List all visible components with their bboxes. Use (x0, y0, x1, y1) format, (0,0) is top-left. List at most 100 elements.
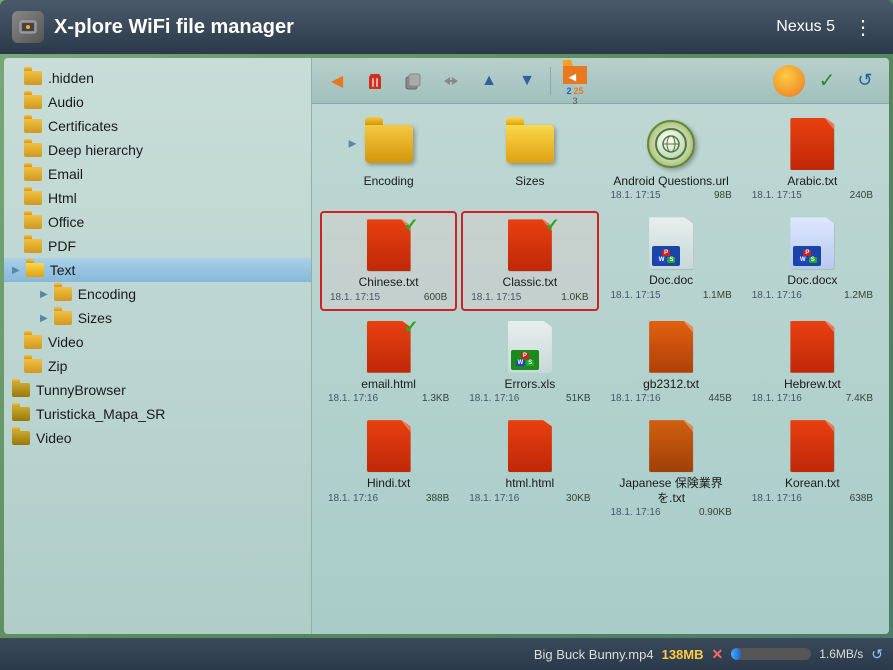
sidebar-item-hidden[interactable]: .hidden (4, 66, 311, 90)
sidebar-item-video[interactable]: Video (4, 330, 311, 354)
title-left: X-plore WiFi file manager (12, 11, 294, 43)
status-refresh-button[interactable]: ↺ (871, 646, 883, 663)
file-size: 1.2MB (844, 290, 873, 301)
file-name: Japanese 保険業界を.txt (607, 476, 736, 505)
file-icon-wrap (786, 118, 838, 170)
move-button[interactable] (434, 64, 468, 98)
sidebar-item-certificates[interactable]: Certificates (4, 114, 311, 138)
file-name: email.html (361, 377, 416, 391)
sidebar-item-label: Video (48, 334, 84, 350)
sidebar-item-email[interactable]: Email (4, 162, 311, 186)
xls-badge: P W S (511, 350, 539, 370)
sidebar-item-encoding[interactable]: ▶ Encoding (4, 282, 311, 306)
folder-icon (24, 167, 42, 181)
file-size: 30KB (566, 493, 590, 504)
file-icon-wrap: ✓ (504, 219, 556, 271)
file-icon-wrap (363, 420, 415, 472)
folder-icon (54, 287, 72, 301)
list-item[interactable]: ▶ Encoding (320, 112, 457, 207)
badge-group[interactable]: ◀ 2 25 3 (559, 58, 591, 106)
file-icon-wrap (645, 118, 697, 170)
list-item[interactable]: Hindi.txt 18.1. 17:16 388B (320, 414, 457, 524)
file-meta: 18.1. 17:16 7.4KB (748, 393, 877, 404)
refresh-button[interactable]: ↺ (849, 65, 881, 97)
list-item[interactable]: html.html 18.1. 17:16 30KB (461, 414, 598, 524)
sidebar-item-turisticka[interactable]: Turisticka_Mapa_SR (4, 402, 311, 426)
file-date: 18.1. 17:15 (611, 290, 661, 301)
back-button[interactable]: ◀ (320, 64, 354, 98)
sidebar-item-label: Office (48, 214, 84, 230)
folder-icon (26, 263, 44, 277)
sidebar-item-label: .hidden (48, 70, 94, 86)
sidebar-item-sizes[interactable]: ▶ Sizes (4, 306, 311, 330)
file-name: Doc.doc (649, 273, 693, 287)
file-size: 638B (850, 493, 873, 504)
file-date: 18.1. 17:15 (471, 292, 521, 303)
file-icon-wrap: P W S (645, 217, 697, 269)
sidebar-item-text[interactable]: ▶ Text (4, 258, 311, 282)
download-button[interactable]: ▼ (510, 64, 544, 98)
file-meta: 18.1. 17:16 1.3KB (324, 393, 453, 404)
chevron-icon: ▶ (12, 265, 20, 276)
badge-num-3: 3 (572, 96, 577, 106)
svg-text:◀: ◀ (568, 72, 577, 82)
list-item[interactable]: Hebrew.txt 18.1. 17:16 7.4KB (744, 315, 881, 410)
app-icon (12, 11, 44, 43)
folder-icon (24, 239, 42, 253)
file-grid: ▶ Encoding Sizes (312, 104, 889, 634)
file-size: 0.90KB (699, 507, 732, 518)
sidebar-item-html[interactable]: Html (4, 186, 311, 210)
sidebar-item-label: Email (48, 166, 83, 182)
list-item[interactable]: Japanese 保険業界を.txt 18.1. 17:16 0.90KB (603, 414, 740, 524)
sidebar-item-deep-hierarchy[interactable]: Deep hierarchy (4, 138, 311, 162)
file-date: 18.1. 17:16 (328, 493, 378, 504)
txt-icon (790, 321, 834, 373)
folder-icon (24, 95, 42, 109)
sidebar-item-office[interactable]: Office (4, 210, 311, 234)
sidebar-item-label: Deep hierarchy (48, 142, 143, 158)
list-item[interactable]: P W S Errors.xls 18.1. 17:16 51KB (461, 315, 598, 410)
file-icon-wrap (645, 321, 697, 373)
file-icon-wrap (504, 420, 556, 472)
status-filename: Big Buck Bunny.mp4 (534, 647, 654, 662)
folder-icon (12, 431, 30, 445)
file-date: 18.1. 17:16 (328, 393, 378, 404)
list-item[interactable]: Sizes (461, 112, 598, 207)
list-item[interactable]: Korean.txt 18.1. 17:16 638B (744, 414, 881, 524)
sidebar-item-label: Text (50, 262, 76, 278)
sort-button[interactable] (773, 65, 805, 97)
list-item[interactable]: ✓ Chinese.txt 18.1. 17:15 600B (320, 211, 457, 310)
list-item[interactable]: ✓ Classic.txt 18.1. 17:15 1.0KB (461, 211, 598, 310)
upload-button[interactable]: ▲ (472, 64, 506, 98)
status-speed: 1.6MB/s (819, 647, 863, 661)
copy-button[interactable] (396, 64, 430, 98)
list-item[interactable]: P W S Doc.doc 18.1. 17:15 1.1MB (603, 211, 740, 310)
file-name: Android Questions.url (613, 174, 728, 188)
list-item[interactable]: gb2312.txt 18.1. 17:16 445B (603, 315, 740, 410)
file-size: 1.0KB (561, 292, 588, 303)
menu-button[interactable]: ⋮ (845, 11, 881, 44)
file-meta: 18.1. 17:16 445B (607, 393, 736, 404)
file-icon-wrap (645, 420, 697, 472)
file-icon-wrap: ✓ (363, 321, 415, 373)
sidebar-item-pdf[interactable]: PDF (4, 234, 311, 258)
list-item[interactable]: Arabic.txt 18.1. 17:15 240B (744, 112, 881, 207)
sidebar-item-audio[interactable]: Audio (4, 90, 311, 114)
status-cancel-button[interactable]: ✕ (712, 646, 724, 663)
sidebar-item-tunnybrowser[interactable]: TunnyBrowser (4, 378, 311, 402)
file-size: 600B (424, 292, 447, 303)
file-size: 388B (426, 493, 449, 504)
sidebar-item-zip[interactable]: Zip (4, 354, 311, 378)
list-item[interactable]: ✓ email.html 18.1. 17:16 1.3KB (320, 315, 457, 410)
title-bar: X-plore WiFi file manager Nexus 5 ⋮ (0, 0, 893, 54)
list-item[interactable]: P W S Doc.docx 18.1. 17:16 1.2MB (744, 211, 881, 310)
badge-num-2: 2 (566, 86, 571, 96)
file-size: 445B (708, 393, 731, 404)
file-name: Hebrew.txt (784, 377, 841, 391)
select-all-button[interactable]: ✓ (811, 65, 843, 97)
list-item[interactable]: Android Questions.url 18.1. 17:15 98B (603, 112, 740, 207)
delete-button[interactable] (358, 64, 392, 98)
folder-icon (12, 383, 30, 397)
sidebar-item-video2[interactable]: Video (4, 426, 311, 450)
file-icon-wrap (786, 321, 838, 373)
